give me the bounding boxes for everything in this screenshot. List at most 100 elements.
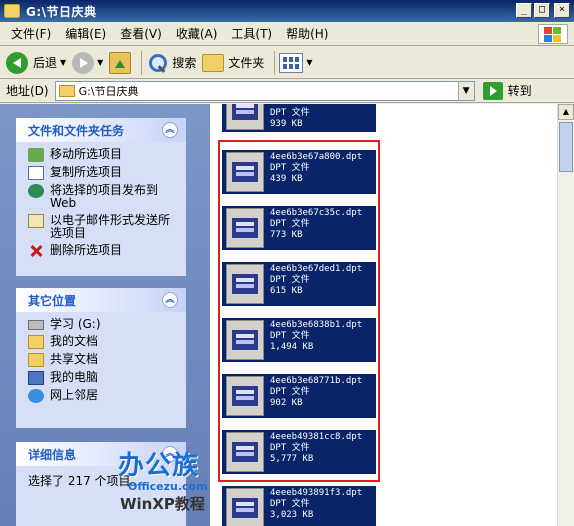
- toolbar-divider: [274, 50, 276, 75]
- task-publish[interactable]: 将选择的项目发布到 Web: [28, 184, 178, 210]
- address-bar: 地址(D) G:\节日庆典 ▼ 转到: [0, 79, 574, 103]
- file-type: DPT 文件: [270, 499, 310, 509]
- shared-folder-icon: [28, 353, 44, 367]
- chevron-down-icon[interactable]: ▼: [97, 58, 103, 67]
- folder-icon: [4, 4, 20, 18]
- email-icon: [28, 214, 44, 228]
- details-title: 详细信息: [28, 447, 77, 462]
- place-label: 学习 (G:): [50, 317, 101, 331]
- close-button[interactable]: ×: [554, 3, 570, 18]
- place-label: 我的电脑: [50, 370, 99, 384]
- menu-bar: 文件(F) 编辑(E) 查看(V) 收藏(A) 工具(T) 帮助(H): [0, 22, 574, 46]
- my-computer-icon: [28, 371, 44, 385]
- place-label: 网上邻居: [50, 388, 99, 402]
- chevron-up-icon[interactable]: ︽: [162, 122, 178, 138]
- go-arrow-icon: [482, 81, 503, 100]
- folders-icon: [202, 53, 225, 72]
- other-places-header[interactable]: 其它位置 ︽: [16, 288, 186, 312]
- place-my-computer[interactable]: 我的电脑: [28, 371, 178, 385]
- file-name: 4eeeb493891f3.dpt: [270, 488, 363, 498]
- task-label: 移动所选项目: [50, 147, 123, 161]
- task-move[interactable]: 移动所选项目: [28, 148, 178, 162]
- network-icon: [28, 389, 44, 403]
- watermark-line3: WinXP教程: [120, 495, 205, 513]
- windows-logo-icon: [538, 24, 568, 44]
- task-email[interactable]: 以电子邮件形式发送所选项目: [28, 214, 178, 240]
- folders-button[interactable]: 文件夹: [202, 53, 265, 72]
- place-drive-g[interactable]: 学习 (G:): [28, 318, 178, 331]
- task-delete[interactable]: 删除所选项目: [28, 244, 178, 258]
- address-input[interactable]: G:\节日庆典 ▼: [54, 80, 475, 101]
- title-bar[interactable]: G:\节日庆典 _ □ ×: [0, 0, 574, 22]
- watermark-line1: 办公族: [118, 451, 200, 481]
- window-title: G:\节日庆典: [26, 4, 97, 19]
- scroll-up-icon[interactable]: ▲: [558, 104, 574, 120]
- watermark-logo: 办公族 Officezu.com WinXP教程: [118, 452, 230, 524]
- selection-highlight-box: [218, 140, 380, 482]
- task-label: 删除所选项目: [50, 243, 123, 257]
- delete-icon: [28, 244, 44, 258]
- menu-help[interactable]: 帮助(H): [279, 25, 335, 42]
- file-item[interactable]: DPT 文件 939 KB: [222, 104, 376, 132]
- file-tasks-header[interactable]: 文件和文件夹任务 ︽: [16, 118, 186, 142]
- place-label: 我的文档: [50, 334, 99, 348]
- forward-arrow-icon: [72, 51, 95, 74]
- search-button[interactable]: 搜索: [146, 52, 196, 74]
- chevron-down-icon[interactable]: ▼: [457, 81, 474, 100]
- task-label: 以电子邮件形式发送所选项目: [50, 213, 171, 240]
- watermark-line2: Officezu.com: [128, 480, 208, 493]
- chevron-down-icon[interactable]: ▼: [60, 58, 66, 67]
- other-places-panel: 其它位置 ︽ 学习 (G:) 我的文档 共享文档 我的电脑 网上邻居: [16, 288, 186, 428]
- up-button[interactable]: [109, 51, 132, 74]
- search-icon: [146, 52, 168, 74]
- my-documents-icon: [28, 335, 44, 349]
- file-item[interactable]: 4eeeb493891f3.dpt DPT 文件 3,023 KB: [222, 486, 376, 526]
- go-button[interactable]: 转到: [482, 81, 532, 100]
- task-copy[interactable]: 复制所选项目: [28, 166, 178, 180]
- file-tasks-panel: 文件和文件夹任务 ︽ 移动所选项目 复制所选项目 将选择的项目发布到 Web 以…: [16, 118, 186, 276]
- folders-label: 文件夹: [228, 56, 265, 70]
- chevron-down-icon[interactable]: ▼: [306, 58, 312, 67]
- folder-icon: [58, 84, 75, 97]
- back-button[interactable]: 后退 ▼: [6, 51, 66, 74]
- views-icon: [279, 52, 304, 73]
- copy-icon: [28, 166, 44, 180]
- dpt-file-icon: [226, 488, 264, 526]
- file-tasks-title: 文件和文件夹任务: [28, 123, 125, 138]
- forward-button[interactable]: ▼: [72, 51, 103, 74]
- publish-web-icon: [28, 184, 44, 198]
- drive-icon: [28, 320, 44, 330]
- go-label: 转到: [507, 84, 532, 98]
- task-label: 复制所选项目: [50, 165, 123, 179]
- file-type: DPT 文件: [270, 108, 310, 118]
- minimize-button[interactable]: _: [516, 3, 532, 18]
- menu-favorites[interactable]: 收藏(A): [169, 25, 225, 42]
- menu-edit[interactable]: 编辑(E): [58, 25, 113, 42]
- menu-tools[interactable]: 工具(T): [224, 25, 279, 42]
- views-button[interactable]: ▼: [279, 52, 313, 73]
- other-places-title: 其它位置: [28, 293, 77, 308]
- place-label: 共享文档: [50, 352, 99, 366]
- maximize-button[interactable]: □: [534, 3, 550, 18]
- toolbar: 后退 ▼ ▼ 搜索 文件夹 ▼: [0, 47, 574, 79]
- scroll-thumb[interactable]: [559, 122, 573, 172]
- menu-file[interactable]: 文件(F): [4, 25, 58, 42]
- toolbar-divider: [141, 50, 143, 75]
- place-my-documents[interactable]: 我的文档: [28, 335, 178, 349]
- back-arrow-icon: [6, 51, 28, 74]
- address-label: 地址(D): [6, 84, 49, 98]
- chevron-up-icon[interactable]: ︽: [162, 292, 178, 308]
- folder-up-icon: [109, 51, 132, 74]
- place-network[interactable]: 网上邻居: [28, 389, 178, 403]
- dpt-file-icon: [226, 104, 264, 130]
- menu-view[interactable]: 查看(V): [113, 25, 169, 42]
- vertical-scrollbar[interactable]: ▲: [557, 104, 574, 526]
- back-label: 后退: [33, 56, 58, 70]
- file-size: 939 KB: [270, 119, 303, 129]
- place-shared-documents[interactable]: 共享文档: [28, 353, 178, 367]
- address-value: G:\节日庆典: [78, 84, 139, 98]
- move-icon: [28, 148, 44, 162]
- explorer-window: G:\节日庆典 _ □ × 文件(F) 编辑(E) 查看(V) 收藏(A) 工具…: [0, 0, 574, 526]
- file-list: DPT 文件 939 KB 4ee6b3e67a800.dpt DPT 文件 439 …: [210, 104, 574, 526]
- search-label: 搜索: [172, 56, 197, 70]
